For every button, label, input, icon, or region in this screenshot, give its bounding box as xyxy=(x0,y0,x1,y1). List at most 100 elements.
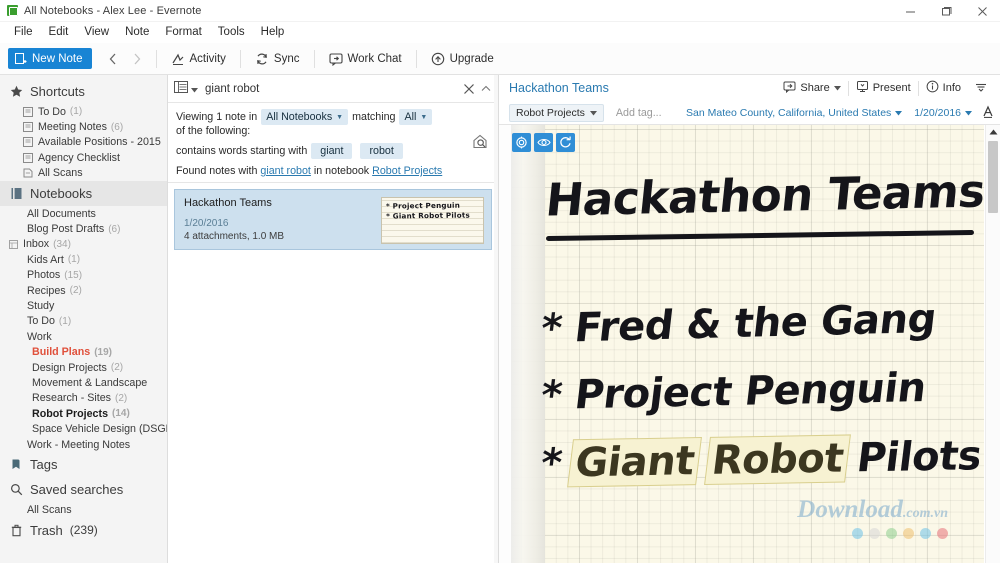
note-list-scrollbar[interactable] xyxy=(494,75,498,563)
sync-button[interactable]: Sync xyxy=(249,49,306,69)
collapse-search-button[interactable] xyxy=(477,85,494,92)
note-title[interactable]: Hackathon Teams xyxy=(509,81,776,95)
search-term-chip[interactable]: robot xyxy=(360,143,402,159)
watermark-suffix: .com.vn xyxy=(903,506,948,521)
scroll-up-arrow[interactable] xyxy=(986,125,1000,139)
present-button[interactable]: Present xyxy=(849,78,918,98)
work-chat-button[interactable]: Work Chat xyxy=(323,49,408,69)
sidebar-item-count: (14) xyxy=(112,408,130,419)
menu-edit[interactable]: Edit xyxy=(41,25,77,41)
note-location[interactable]: San Mateo County, California, United Sta… xyxy=(686,107,902,119)
sidebar-item-inbox[interactable]: Inbox (34) xyxy=(0,237,167,252)
close-button[interactable] xyxy=(964,0,1000,22)
sidebar-item-agency-checklist-shortcut[interactable]: Agency Checklist xyxy=(0,150,167,165)
sidebar-item-design-projects[interactable]: Design Projects (2) xyxy=(0,360,167,375)
new-note-button[interactable]: New Note xyxy=(8,48,92,69)
share-label: Share xyxy=(800,82,829,94)
sidebar-item-study[interactable]: Study xyxy=(0,298,167,313)
menu-help[interactable]: Help xyxy=(253,25,293,41)
sidebar-section-trash[interactable]: Trash (239) xyxy=(0,518,167,543)
line-text: Project Penguin xyxy=(572,365,928,418)
search-input[interactable] xyxy=(205,83,460,95)
info-button[interactable]: Info xyxy=(919,78,968,98)
minimize-button[interactable] xyxy=(892,0,928,22)
sidebar-item-space-vehicle-design[interactable]: Space Vehicle Design (DSGN 450) xyxy=(0,421,167,436)
sidebar-item-meeting-notes-shortcut[interactable]: Meeting Notes (6) xyxy=(0,119,167,134)
scrollbar-thumb[interactable] xyxy=(988,141,998,213)
sidebar-item-movement-landscape[interactable]: Movement & Landscape xyxy=(0,375,167,390)
sidebar-item-robot-projects[interactable]: Robot Projects (14) xyxy=(0,406,167,421)
note-content-area[interactable]: Hackathon Teams * Fred & the Gang * Proj… xyxy=(499,125,1000,563)
toolbar-divider xyxy=(156,50,157,68)
sidebar-item-all-documents[interactable]: All Documents xyxy=(0,206,167,221)
sidebar-item-all-scans-saved[interactable]: All Scans xyxy=(0,502,167,517)
clear-search-button[interactable] xyxy=(460,83,477,95)
rotate-icon[interactable] xyxy=(556,133,575,152)
sidebar-section-notebooks[interactable]: Notebooks xyxy=(0,181,167,206)
note-icon xyxy=(22,106,33,117)
filter-criteria-line: contains words starting with giant robot xyxy=(176,143,490,159)
sidebar-item-work-meeting-notes[interactable]: Work - Meeting Notes xyxy=(0,437,167,452)
thumbnail-text: * Project Penguin * Giant Robot Pilots xyxy=(382,197,483,222)
add-tag-field[interactable]: Add tag... xyxy=(616,107,662,119)
shortcuts-label: Shortcuts xyxy=(30,84,85,99)
main-toolbar: New Note Activity Sync xyxy=(0,43,1000,75)
trash-label: Trash xyxy=(30,523,63,538)
match-mode-dropdown[interactable]: All ▼ xyxy=(399,109,432,125)
menu-view[interactable]: View xyxy=(76,25,117,41)
sidebar-item-research-sites[interactable]: Research - Sites (2) xyxy=(0,391,167,406)
more-options-button[interactable] xyxy=(968,80,994,97)
window-controls xyxy=(892,0,1000,22)
scanned-page-image: Hackathon Teams * Fred & the Gang * Proj… xyxy=(499,125,984,563)
sidebar-item-count: (2) xyxy=(111,362,123,373)
navigation-arrows xyxy=(102,47,148,71)
notebook-selector[interactable]: Robot Projects xyxy=(509,104,604,122)
stack-icon xyxy=(8,239,19,250)
trash-count: (239) xyxy=(70,523,98,537)
search-term-chip[interactable]: giant xyxy=(311,143,352,159)
found-notebook-link[interactable]: Robot Projects xyxy=(372,165,442,177)
menu-file[interactable]: File xyxy=(6,25,41,41)
sidebar-item-count: (2) xyxy=(70,285,82,296)
forward-button[interactable] xyxy=(126,47,148,71)
new-note-label: New Note xyxy=(32,53,83,65)
zoom-target-icon[interactable] xyxy=(512,133,531,152)
font-format-icon[interactable] xyxy=(982,105,994,121)
sidebar-section-saved-searches[interactable]: Saved searches xyxy=(0,477,167,502)
note-date[interactable]: 1/20/2016 xyxy=(914,107,972,119)
view-options-button[interactable] xyxy=(174,80,198,98)
sidebar-item-label: Space Vehicle Design (DSGN 450) xyxy=(32,423,168,435)
scope-dropdown[interactable]: All Notebooks ▼ xyxy=(261,109,348,125)
sidebar-item-count: (1) xyxy=(68,254,80,265)
sidebar-section-tags[interactable]: Tags xyxy=(0,452,167,477)
sidebar-item-build-plans[interactable]: Build Plans (19) xyxy=(0,344,167,359)
note-list-item[interactable]: Hackathon Teams 1/20/2016 4 attachments,… xyxy=(174,189,492,250)
sidebar-item-label: Agency Checklist xyxy=(38,152,120,164)
sidebar-item-to-do[interactable]: To Do (1) xyxy=(0,314,167,329)
sidebar-item-kids-art[interactable]: Kids Art (1) xyxy=(0,252,167,267)
eye-icon[interactable] xyxy=(534,133,553,152)
menu-format[interactable]: Format xyxy=(157,25,209,41)
viewing-prefix: Viewing 1 note in xyxy=(176,111,257,123)
menu-tools[interactable]: Tools xyxy=(210,25,253,41)
activity-button[interactable]: Activity xyxy=(165,49,232,69)
watermark-dots xyxy=(797,528,948,539)
menu-note[interactable]: Note xyxy=(117,25,157,41)
sidebar-item-recipes[interactable]: Recipes (2) xyxy=(0,283,167,298)
sidebar-item-all-scans-shortcut[interactable]: All Scans xyxy=(0,166,167,181)
sidebar-item-to-do-shortcut[interactable]: To Do (1) xyxy=(0,104,167,119)
share-button[interactable]: Share xyxy=(776,78,847,98)
upgrade-button[interactable]: Upgrade xyxy=(425,49,500,69)
sidebar-item-photos[interactable]: Photos (15) xyxy=(0,268,167,283)
sidebar-item-blog-post-drafts[interactable]: Blog Post Drafts (6) xyxy=(0,221,167,236)
note-scrollbar[interactable] xyxy=(985,125,1000,563)
search-notebook-icon[interactable] xyxy=(472,133,489,155)
sidebar-section-shortcuts[interactable]: Shortcuts xyxy=(0,79,167,104)
sidebar-item-available-positions-shortcut[interactable]: Available Positions - 2015 xyxy=(0,135,167,150)
sidebar-item-work[interactable]: Work xyxy=(0,329,167,344)
found-term-link[interactable]: giant robot xyxy=(260,165,311,177)
watermark-dot xyxy=(852,528,863,539)
search-match-robot: Robot xyxy=(705,435,850,484)
back-button[interactable] xyxy=(102,47,124,71)
maximize-button[interactable] xyxy=(928,0,964,22)
